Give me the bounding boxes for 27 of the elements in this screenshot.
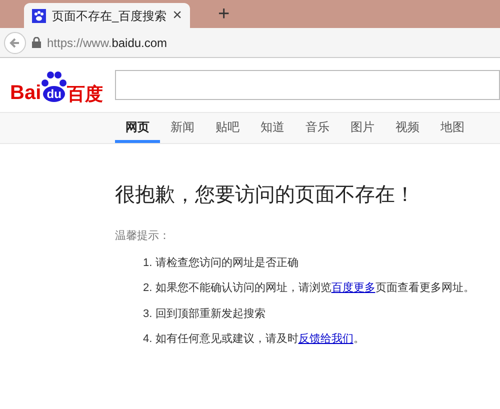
link[interactable]: 反馈给我们 xyxy=(298,333,354,345)
nav-tab[interactable]: 知道 xyxy=(250,113,295,143)
nav-tab[interactable]: 地图 xyxy=(430,113,475,143)
close-button[interactable]: × xyxy=(172,8,182,24)
back-button[interactable] xyxy=(4,32,26,54)
nav-tab[interactable]: 网页 xyxy=(115,113,160,143)
nav-tab[interactable]: 贴吧 xyxy=(205,113,250,143)
paw-icon xyxy=(32,8,46,22)
tip-text: 4. 如有任何意见或建议，请及时反馈给我们。 xyxy=(143,332,366,347)
nav-tab[interactable]: 音乐 xyxy=(295,113,340,143)
browser-tab[interactable]: 页面不存在_百度搜索 × xyxy=(24,3,190,28)
error-heading: 很抱歉，您要访问的页面不存在！ xyxy=(115,183,416,208)
nav-tab[interactable]: 视频 xyxy=(385,113,430,143)
nav-tab[interactable]: 图片 xyxy=(340,113,385,143)
tab-title: 页面不存在_百度搜索 xyxy=(52,8,167,24)
tip-text: 1. 请检查您访问的网址是否正确 xyxy=(143,256,300,270)
baidu-logo: Bai du 百度 xyxy=(10,67,105,103)
tip-text: 2. 如果您不能确认访问的网址，请浏览百度更多页面查看更多网址。 xyxy=(143,280,476,296)
hint-label: 温馨提示： xyxy=(115,229,171,244)
back-arrow-icon xyxy=(9,36,21,48)
link[interactable]: 百度更多 xyxy=(331,282,376,294)
lock-icon xyxy=(32,37,41,48)
search-field[interactable] xyxy=(115,70,500,100)
new-tab-button[interactable]: + xyxy=(218,4,230,24)
nav-tab[interactable]: 新闻 xyxy=(160,113,205,143)
address-bar[interactable]: https://www.baidu.com xyxy=(47,34,168,52)
tip-text: 3. 回到顶部重新发起搜索 xyxy=(143,306,266,322)
